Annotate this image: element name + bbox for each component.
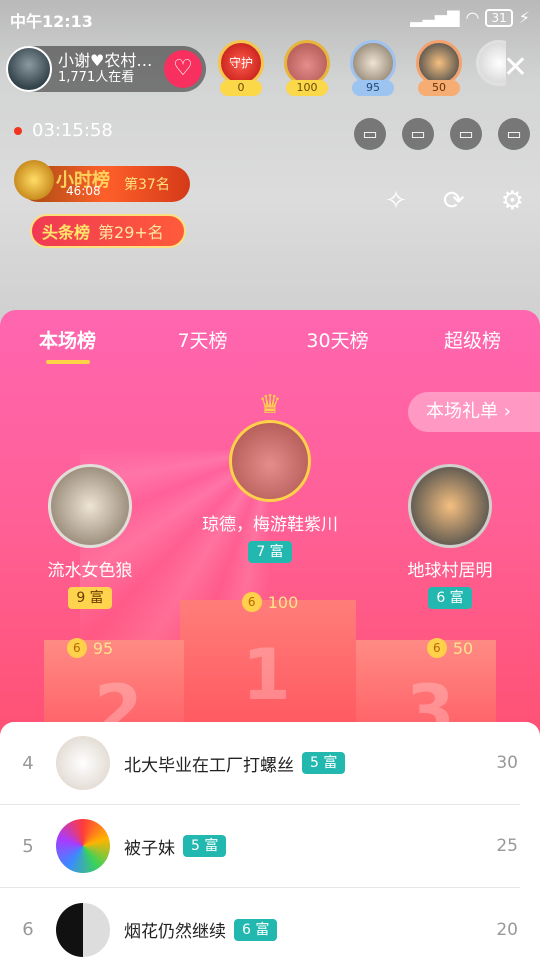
guest-seats: ▭ ▭ ▭ ▭	[354, 118, 530, 150]
trophy-icon	[14, 160, 54, 200]
live-timer: 03:15:58	[14, 120, 113, 141]
third-name: 地球村居明	[407, 561, 493, 581]
top-fan[interactable]: 100	[278, 38, 336, 96]
first-name: 琼德，梅游鞋紫川	[202, 515, 338, 535]
beauty-wand-icon[interactable]: ✧	[385, 186, 407, 216]
top-fan[interactable]: 守护 0	[212, 38, 270, 96]
list-avatar	[56, 819, 110, 873]
second-avatar	[48, 464, 132, 548]
sofa-icon[interactable]: ▭	[498, 118, 530, 150]
fan-value: 0	[220, 80, 262, 96]
wifi-icon: ◠	[465, 8, 480, 27]
list-rank: 4	[22, 752, 34, 774]
host-card[interactable]: 小谢♥农村… 1,771人在看 ♡	[6, 46, 206, 92]
fan-avatar	[476, 40, 506, 86]
headline-rank-position: 第29+名	[98, 223, 164, 242]
sofa-icon[interactable]: ▭	[402, 118, 434, 150]
viewer-count: 1,771人在看	[58, 69, 135, 85]
fan-value: 100	[286, 80, 328, 96]
list-score: 30	[496, 753, 518, 773]
rich-badge: 6 富	[234, 918, 278, 941]
tab-30-days[interactable]: 30天榜	[270, 326, 405, 366]
list-avatar	[56, 902, 110, 957]
host-name: 小谢♥农村…	[58, 51, 153, 71]
second-name: 流水女色狼	[47, 561, 133, 581]
coin-icon: 6	[241, 592, 262, 612]
crown-icon: ♛	[258, 390, 282, 420]
live-tools: ✧ ⟳ ⚙	[385, 186, 524, 216]
list-rank: 6	[22, 919, 34, 940]
active-tab-indicator	[45, 360, 90, 364]
rank-third[interactable]: 地球村居明 6 富 6 50	[380, 464, 520, 658]
follow-heart-icon[interactable]: ♡	[164, 50, 202, 88]
coin-value: 6 50	[426, 638, 473, 658]
top-fan[interactable]: 50	[410, 38, 468, 96]
tab-this-show[interactable]: 本场榜	[0, 326, 135, 366]
sofa-icon[interactable]: ▭	[450, 118, 482, 150]
charging-icon: ⚡	[518, 8, 530, 27]
battery-icon: 31	[485, 8, 513, 27]
rich-badge: 5 富	[302, 752, 346, 774]
top-fans-bar: 守护 0 100 95 50	[212, 38, 506, 96]
rich-badge: 9 富	[68, 587, 112, 609]
status-time: 中午12:13	[10, 12, 93, 31]
third-avatar	[408, 464, 492, 548]
list-name: 烟花仍然继续	[124, 922, 226, 942]
list-name: 北大毕业在工厂打螺丝	[124, 755, 294, 776]
hour-rank-badge[interactable]: 小时榜 46:08 第37名	[14, 160, 190, 202]
list-rank: 5	[22, 835, 34, 857]
host-avatar[interactable]	[6, 46, 52, 92]
tab-super[interactable]: 超级榜	[405, 326, 540, 366]
chevron-right-icon: ›	[503, 401, 511, 422]
rank-tabs: 本场榜 7天榜 30天榜 超级榜	[0, 326, 540, 366]
sofa-icon[interactable]: ▭	[354, 118, 386, 150]
signal-icon: ▂▃▅▇	[410, 8, 460, 27]
list-score: 20	[496, 919, 518, 940]
rich-badge: 5 富	[183, 835, 227, 857]
headline-rank-title: 头条榜	[42, 223, 91, 242]
tab-7-days[interactable]: 7天榜	[135, 326, 270, 366]
gift-list-button[interactable]: 本场礼单 ›	[408, 392, 540, 432]
top-fan[interactable]	[476, 38, 506, 96]
coin-value: 6 100	[241, 592, 298, 612]
coin-icon: 6	[426, 638, 447, 658]
list-item[interactable]: 6 烟花仍然继续 6 富 20	[0, 888, 520, 960]
rich-badge: 6 富	[428, 587, 472, 609]
rank-second[interactable]: 流水女色狼 9 富 6 95	[20, 464, 160, 658]
status-bar: 中午12:13 ▂▃▅▇ ◠ 31 ⚡	[0, 0, 540, 36]
flip-camera-icon[interactable]: ⟳	[443, 186, 465, 216]
coin-value: 6 95	[66, 638, 113, 658]
list-avatar	[56, 736, 110, 790]
list-item[interactable]: 5 被子妹 5 富 25	[0, 805, 520, 888]
coin-icon: 6	[66, 638, 87, 658]
list-item[interactable]: 4 北大毕业在工厂打螺丝 5 富 30	[0, 722, 520, 805]
close-icon[interactable]: ✕	[503, 50, 528, 85]
hour-rank-time: 46:08	[66, 184, 101, 198]
hour-rank-position: 第37名	[124, 177, 170, 193]
rich-badge: 7 富	[248, 541, 292, 563]
list-name: 被子妹	[124, 838, 175, 859]
headline-rank-badge[interactable]: 头条榜 第29+名	[30, 214, 186, 248]
list-score: 25	[496, 836, 518, 856]
gear-icon[interactable]: ⚙	[501, 186, 524, 216]
first-avatar	[229, 420, 311, 502]
rank-list: 4 北大毕业在工厂打螺丝 5 富 30 5 被子妹 5 富 25 6 烟花仍然继…	[0, 722, 540, 960]
fan-value: 50	[418, 80, 460, 96]
recording-dot-icon	[14, 126, 22, 135]
top-fan[interactable]: 95	[344, 38, 402, 96]
rank-first[interactable]: ♛ 琼德，梅游鞋紫川 7 富 6 100	[170, 390, 370, 612]
fan-value: 95	[352, 80, 394, 96]
